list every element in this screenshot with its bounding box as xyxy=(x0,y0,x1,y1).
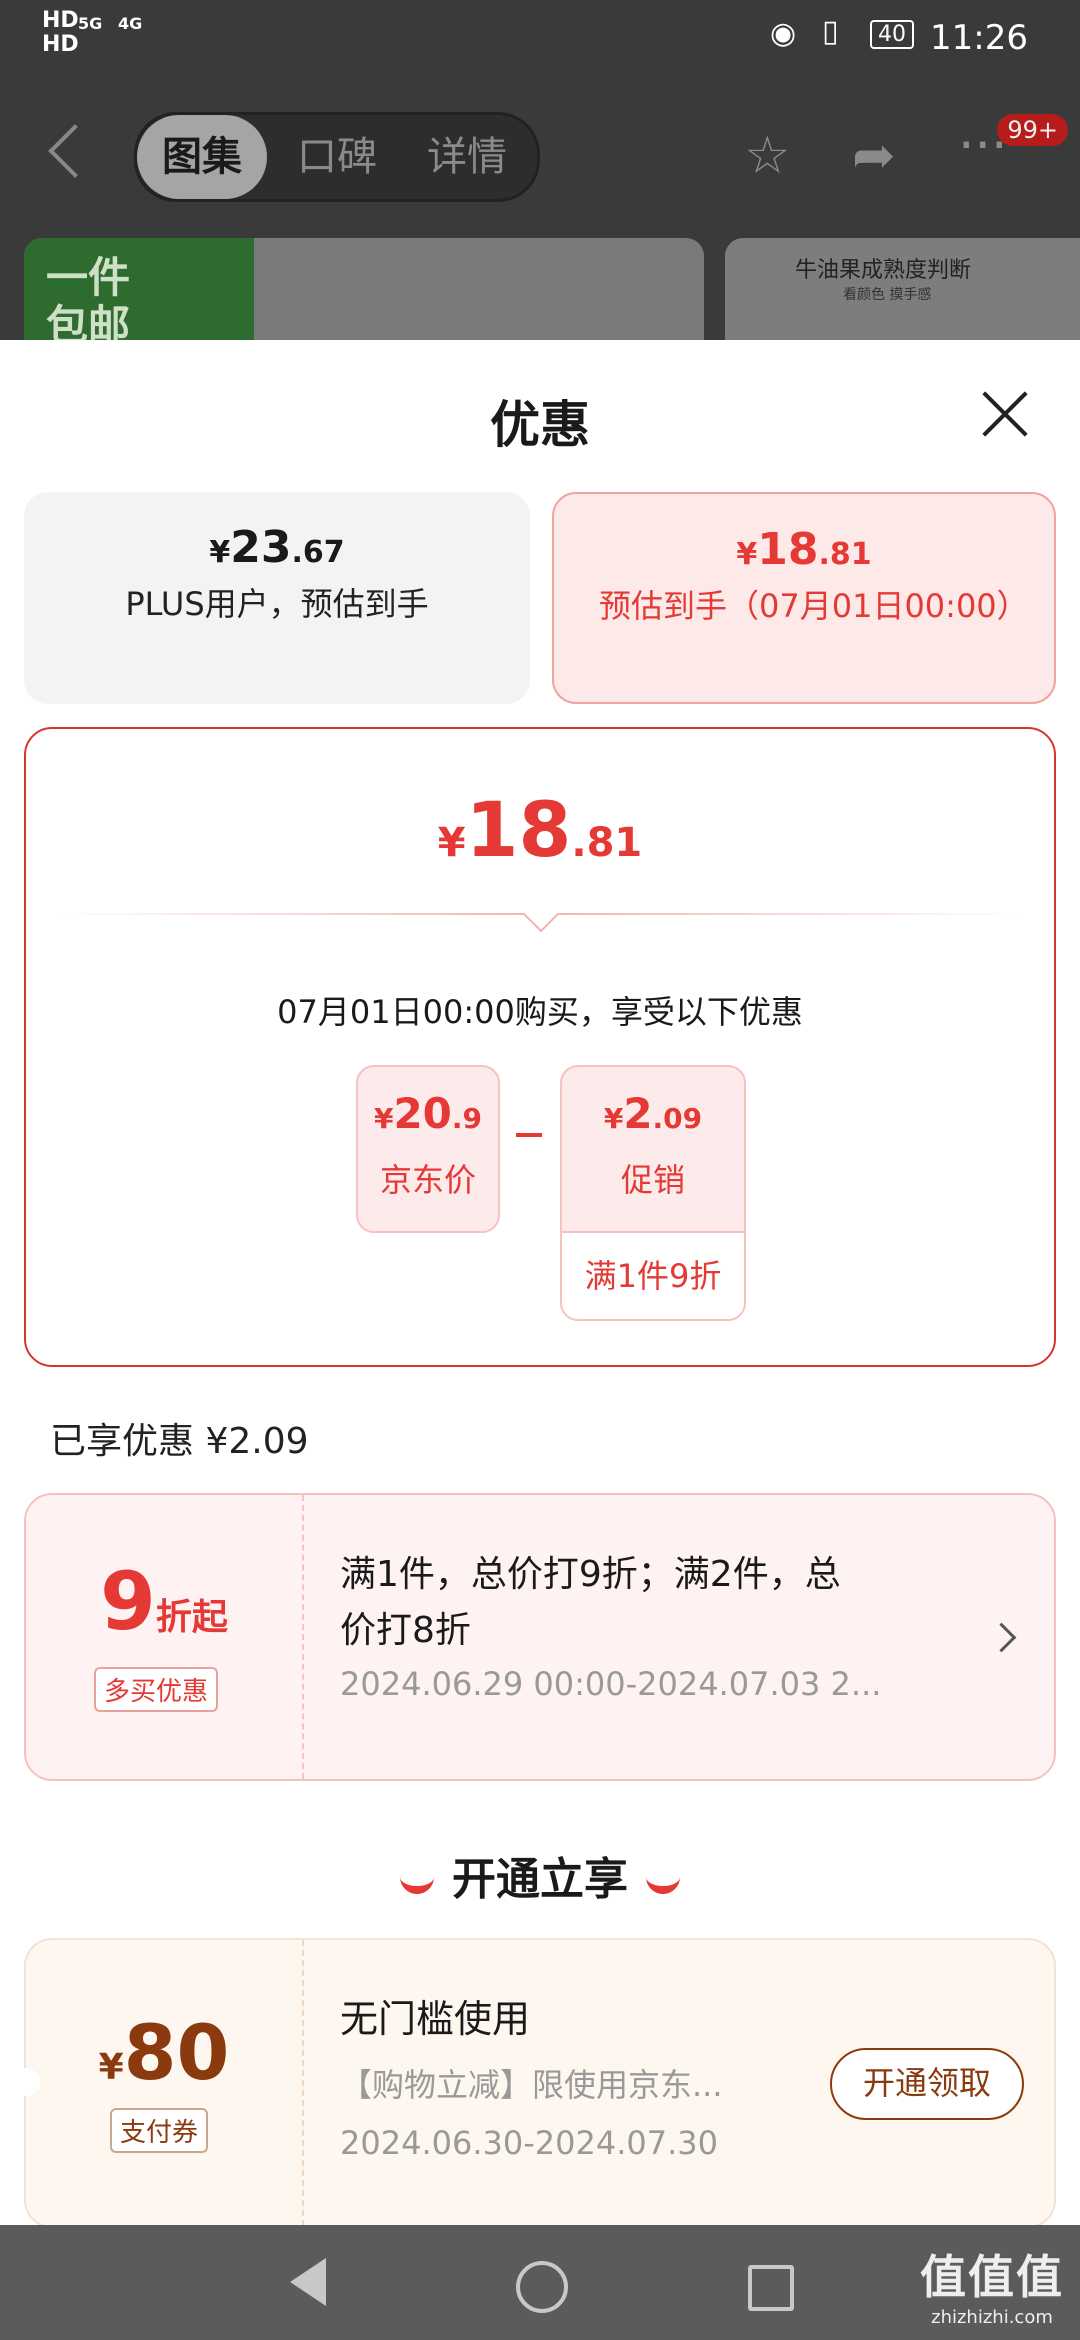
coupon-subtitle: 【购物立减】限使用京东... xyxy=(340,2066,723,2104)
chevron-right-icon xyxy=(986,1622,1017,1653)
back-nav-icon[interactable] xyxy=(290,2258,326,2306)
minus-sign xyxy=(516,1133,542,1137)
coupon-tag: 支付券 xyxy=(110,2108,209,2153)
status-bar: HD HD 5G 4G ◉ ▯ 40 11:26 xyxy=(0,0,1080,80)
discount-value: 9折起 xyxy=(100,1555,228,1648)
system-nav-bar: 值值值 zhizhizhi.com xyxy=(0,2225,1080,2340)
eye-icon: ◉ xyxy=(770,16,797,51)
smile-decoration-icon xyxy=(400,1870,434,1894)
thumbnail-caption: 一件包邮 xyxy=(46,253,131,341)
coupon-title: 无门槛使用 xyxy=(340,1997,531,2041)
promo-tag: 多买优惠 xyxy=(94,1667,219,1712)
thumbnail-subtitle: 看颜色 摸手感 xyxy=(843,287,932,303)
multi-buy-promo-card[interactable]: 9折起 多买优惠 满1件，总价打9折；满2件，总价打8折 2024.06.29 … xyxy=(24,1493,1056,1781)
hd-indicator: HD xyxy=(42,8,79,33)
price-option-plus[interactable]: ¥23.67 PLUS用户，预估到手 xyxy=(24,492,530,704)
favorite-star-icon[interactable]: ☆ xyxy=(744,126,791,186)
tab-details[interactable]: 详情 xyxy=(407,115,527,199)
thumbnail-title: 牛油果成熟度判断 xyxy=(795,258,972,283)
sheet-title: 优惠 xyxy=(490,396,590,454)
coupon-amount: ¥80 xyxy=(98,2008,230,2097)
price-breakdown-card: ¥18.81 07月01日00:00购买，享受以下优惠 ¥20.9 京东价 ¥2… xyxy=(24,727,1056,1367)
gallery-thumbnail: 一件包邮 xyxy=(24,238,704,340)
divider-notch xyxy=(522,895,560,933)
purchase-time-note: 07月01日00:00购买，享受以下优惠 xyxy=(277,993,803,1031)
gallery-thumbnail-2: 牛油果成熟度判断 看颜色 摸手感 xyxy=(725,238,1080,340)
final-price: ¥18.81 xyxy=(437,785,643,874)
network-5g: 5G xyxy=(78,14,103,33)
activate-claim-button[interactable]: 开通领取 xyxy=(830,2048,1024,2120)
back-icon[interactable] xyxy=(48,124,102,178)
section-title: 开通立享 xyxy=(0,1843,1080,1907)
option-price: ¥18.81 xyxy=(736,524,872,575)
enjoyed-discount: 已享优惠 ¥2.09 xyxy=(50,1421,309,1462)
promotion-label: 促销 xyxy=(620,1161,685,1199)
watermark: 值值值 zhizhizhi.com xyxy=(920,2250,1064,2328)
jd-price-box: ¥20.9 京东价 xyxy=(356,1065,500,1233)
tab-reviews[interactable]: 口碑 xyxy=(277,115,397,199)
coupon-date: 2024.06.30-2024.07.30 xyxy=(340,2124,718,2162)
option-description: 预估到手（07月01日00:00） xyxy=(599,587,1029,625)
smile-decoration-icon xyxy=(646,1870,680,1894)
network-4g: 4G xyxy=(118,14,143,33)
close-icon[interactable] xyxy=(980,388,1030,438)
promotion-box: ¥2.09 促销 满1件9折 xyxy=(560,1065,746,1321)
product-nav: 图集 口碑 详情 ☆ ➦ ··· 99+ xyxy=(0,110,1080,202)
battery-icon: 40 xyxy=(870,20,914,49)
price-option-scheduled[interactable]: ¥18.81 预估到手（07月01日00:00） xyxy=(552,492,1056,704)
jd-price-label: 京东价 xyxy=(379,1161,476,1199)
promo-rules: 满1件，总价打9折；满2件，总价打8折 xyxy=(340,1554,841,1651)
background-page: HD HD 5G 4G ◉ ▯ 40 11:26 图集 口碑 详情 ☆ ➦ ··… xyxy=(0,0,1080,340)
option-description: PLUS用户，预估到手 xyxy=(125,585,429,623)
promotion-rule: 满1件9折 xyxy=(562,1231,744,1319)
hd-indicator-2: HD xyxy=(42,32,79,57)
message-badge: 99+ xyxy=(997,114,1068,146)
recents-nav-icon[interactable] xyxy=(748,2265,794,2311)
tab-bar: 图集 口碑 详情 xyxy=(134,112,540,202)
share-icon[interactable]: ➦ xyxy=(852,126,896,186)
promo-date: 2024.06.29 00:00-2024.07.03 2... xyxy=(340,1665,882,1703)
tab-gallery[interactable]: 图集 xyxy=(137,115,267,199)
vibrate-icon: ▯ xyxy=(822,14,839,49)
clock: 11:26 xyxy=(930,18,1028,58)
option-price: ¥23.67 xyxy=(209,522,345,573)
home-nav-icon[interactable] xyxy=(516,2261,568,2313)
payment-coupon-card: ¥80 支付券 无门槛使用 【购物立减】限使用京东... 2024.06.30-… xyxy=(12,1938,1056,2228)
